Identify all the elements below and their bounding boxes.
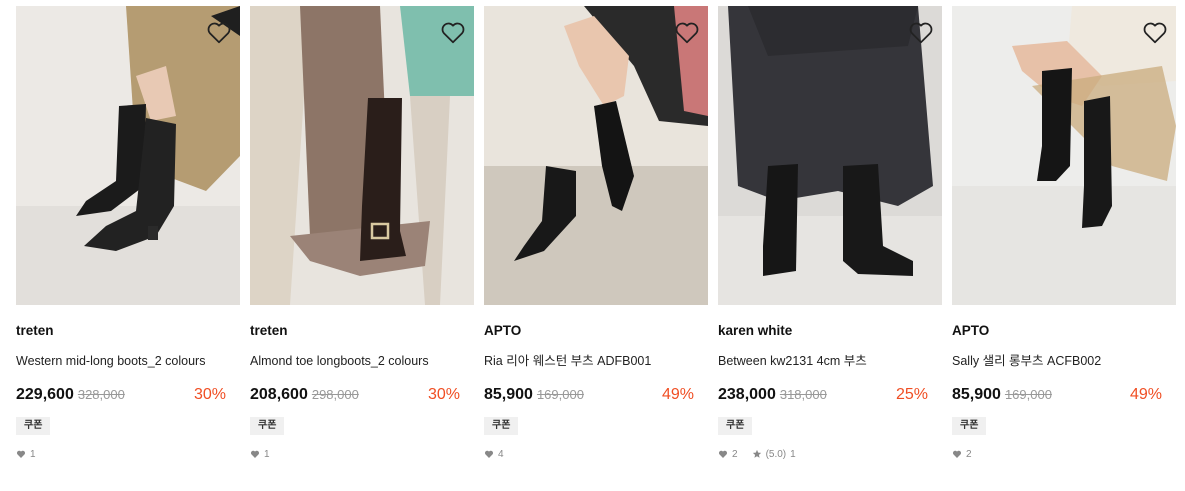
product-title[interactable]: Sally 샐리 롱부츠 ACFB002 (952, 353, 1176, 369)
product-card[interactable]: APTO Sally 샐리 롱부츠 ACFB002 85,900 169,000… (952, 6, 1176, 460)
product-title[interactable]: Western mid-long boots_2 colours (16, 353, 240, 369)
discount-rate: 30% (193, 386, 226, 403)
sale-price: 238,000 (718, 386, 776, 403)
product-meta: 1 (16, 448, 240, 460)
sale-price: 229,600 (16, 386, 74, 403)
likes-count: 4 (498, 448, 504, 460)
original-price: 318,000 (779, 387, 827, 402)
product-meta: 2 (5.0) 1 (718, 448, 942, 460)
product-brand[interactable]: APTO (952, 323, 1176, 339)
product-photo-boots-4 (718, 6, 942, 305)
coupon-badge[interactable]: 쿠폰 (250, 417, 285, 435)
discount-rate: 30% (427, 386, 460, 403)
price-row: 208,600 298,000 30% (250, 386, 474, 406)
product-image[interactable] (952, 6, 1176, 305)
product-photo-boots-3 (484, 6, 708, 305)
product-meta: 4 (484, 448, 708, 460)
product-brand[interactable]: treten (250, 323, 474, 339)
wishlist-heart-icon[interactable] (440, 20, 466, 44)
product-brand[interactable]: treten (16, 323, 240, 339)
likes-heart-icon (718, 450, 728, 458)
product-photo-boots-2 (250, 6, 474, 305)
wishlist-heart-icon[interactable] (674, 20, 700, 44)
rating-star-icon (752, 449, 761, 458)
original-price: 328,000 (77, 387, 125, 402)
discount-rate: 49% (661, 386, 694, 403)
product-brand[interactable]: APTO (484, 323, 708, 339)
product-image[interactable] (250, 6, 474, 305)
product-title[interactable]: Almond toe longboots_2 colours (250, 353, 474, 369)
price-row: 238,000 318,000 25% (718, 386, 942, 406)
likes-count: 1 (30, 448, 36, 460)
product-image[interactable] (718, 6, 942, 305)
discount-rate: 25% (895, 386, 928, 403)
original-price: 298,000 (311, 387, 359, 402)
price-row: 85,900 169,000 49% (952, 386, 1176, 406)
likes-count: 2 (966, 448, 972, 460)
product-meta: 1 (250, 448, 474, 460)
likes-heart-icon (250, 450, 260, 458)
product-card[interactable]: treten Western mid-long boots_2 colours … (16, 6, 240, 460)
likes-heart-icon (952, 450, 962, 458)
product-title[interactable]: Ria 리아 웨스턴 부츠 ADFB001 (484, 353, 708, 369)
wishlist-heart-icon[interactable] (1142, 20, 1168, 44)
discount-rate: 49% (1129, 386, 1162, 403)
product-card[interactable]: treten Almond toe longboots_2 colours 20… (250, 6, 474, 460)
likes-count: 2 (732, 448, 738, 460)
sale-price: 85,900 (484, 386, 533, 403)
product-meta: 2 (952, 448, 1176, 460)
original-price: 169,000 (1004, 387, 1052, 402)
price-row: 85,900 169,000 49% (484, 386, 708, 406)
product-card[interactable]: APTO Ria 리아 웨스턴 부츠 ADFB001 85,900 169,00… (484, 6, 708, 460)
wishlist-heart-icon[interactable] (908, 20, 934, 44)
price-row: 229,600 328,000 30% (16, 386, 240, 406)
rating-score: (5.0) (765, 448, 787, 460)
coupon-badge[interactable]: 쿠폰 (718, 417, 753, 435)
coupon-badge[interactable]: 쿠폰 (952, 417, 987, 435)
sale-price: 85,900 (952, 386, 1001, 403)
coupon-badge[interactable]: 쿠폰 (484, 417, 519, 435)
wishlist-heart-icon[interactable] (206, 20, 232, 44)
likes-count: 1 (264, 448, 270, 460)
coupon-badge[interactable]: 쿠폰 (16, 417, 51, 435)
original-price: 169,000 (536, 387, 584, 402)
product-brand[interactable]: karen white (718, 323, 942, 339)
product-photo-boots-1 (16, 6, 240, 305)
product-card[interactable]: karen white Between kw2131 4cm 부츠 238,00… (718, 6, 942, 460)
likes-heart-icon (16, 450, 26, 458)
sale-price: 208,600 (250, 386, 308, 403)
product-image[interactable] (16, 6, 240, 305)
product-photo-boots-5 (952, 6, 1176, 305)
likes-heart-icon (484, 450, 494, 458)
product-grid: treten Western mid-long boots_2 colours … (16, 6, 1176, 460)
product-title[interactable]: Between kw2131 4cm 부츠 (718, 353, 942, 369)
product-image[interactable] (484, 6, 708, 305)
review-count: 1 (790, 448, 796, 460)
